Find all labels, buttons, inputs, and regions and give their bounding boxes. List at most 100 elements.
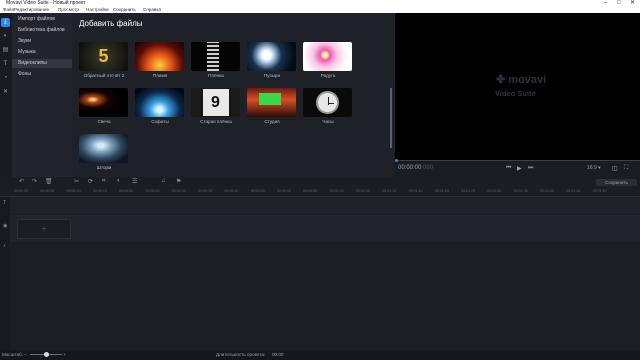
ruler-tick: 00:00:00 [14,189,28,193]
clip-item[interactable]: Софиты [135,88,185,124]
timecode: 00:00:00.000 [398,165,433,171]
ruler-tick: 00:01:50 [592,189,607,193]
ruler-tick: 00:00:30 [171,189,186,193]
duration-label: Длительность проекта: [216,352,266,357]
clip-label: Софиты [151,119,169,124]
visibility-icon[interactable]: ◉ [3,223,7,229]
title-bar: Movavi Video Suite - Новый проект – □ ✕ [0,0,640,7]
clip-thumbnail[interactable]: 5 [79,42,128,71]
clip-item[interactable]: Студия [247,88,297,124]
ruler-tick: 00:01:40 [540,189,554,193]
cut-icon[interactable]: ✂ [74,178,79,185]
category-item[interactable]: Музыка [12,48,72,57]
clip-thumbnail[interactable] [303,88,352,117]
add-media-button[interactable]: + [17,219,71,239]
ruler-tick: 00:01:45 [566,189,581,193]
clip-item[interactable]: Свеча [79,88,129,124]
audio-track-icon[interactable]: ♪ [3,243,6,249]
properties-icon[interactable]: ☰ [132,178,137,185]
ruler-tick: 00:01:20 [434,189,449,193]
zoom-in-icon[interactable]: + [63,350,66,360]
maximize-icon[interactable]: □ [617,0,621,7]
zoom-out-icon[interactable]: − [24,350,27,360]
rotate-icon[interactable]: ⟳ [88,178,93,185]
ruler-tick: 00:00:50 [277,189,291,193]
clip-thumbnail[interactable] [247,42,296,71]
clip-label: Свеча [97,119,111,124]
category-item[interactable]: Звуки [12,37,72,46]
audio-icon[interactable]: ♫ [161,178,166,184]
clip-thumbnail[interactable] [247,88,296,117]
ruler-tick: 00:01:10 [382,189,397,193]
category-item[interactable]: Видеоклипы [12,59,72,68]
clip-item[interactable]: Радуга [303,42,353,78]
ruler-tick: 00:01:35 [513,189,528,193]
timeline-toolbar: ↶ ↷ 🗑 ✂ ⟳ ⌗ ◑ ☰ ♫ ⚑ [0,177,640,186]
scale-label: Масштаб: [2,352,23,357]
clip-thumbnail[interactable] [79,134,128,163]
aspect-value: 16:9 [587,165,597,171]
clip-item[interactable]: 5 Обратный отсчёт 2 [79,42,129,78]
fullscreen-icon[interactable]: ⛶ [624,165,628,172]
aspect-select[interactable]: 16:9 ▾ [587,165,601,171]
category-list: Импорт файлов Библиотека файлов Звуки Музык… [12,13,72,177]
ruler-tick: 00:00:20 [119,189,134,193]
clip-item[interactable]: Шторм [79,134,129,170]
clip-label: Шторм [96,165,112,170]
clip-item[interactable]: 9 Старая плёнка [191,88,241,124]
snapshot-icon[interactable]: ◫ [612,165,618,172]
tools-icon[interactable]: ✕ [1,88,10,97]
prev-frame-icon[interactable]: ⏮ [506,165,511,172]
transitions-icon[interactable]: ▤ [1,46,10,55]
ruler-tick: 00:00:10 [66,189,81,193]
clip-thumbnail[interactable] [191,42,240,71]
clip-item[interactable]: Пламя [135,42,185,78]
close-icon[interactable]: ✕ [630,0,635,7]
category-item[interactable]: Библиотека файлов [12,26,72,35]
titles-icon[interactable]: T [1,60,10,69]
delete-icon[interactable]: 🗑 [45,178,53,185]
clip-thumbnail[interactable] [303,42,352,71]
movavi-logo: ✤ movavi [496,73,546,86]
redo-icon[interactable]: ↷ [32,178,37,185]
color-icon[interactable]: ◑ [116,178,120,184]
track-header-panel: T ◉ ♪ [0,197,10,350]
timeline-ruler[interactable]: 00:00:00 00:00:05 00:00:10 00:00:15 00:00:20… [0,186,640,197]
audio-track[interactable] [10,243,640,350]
category-item[interactable]: Импорт файлов [12,15,72,24]
title-track[interactable] [10,197,640,214]
next-frame-icon[interactable]: ⏭ [528,165,533,172]
ruler-tick: 00:01:30 [487,189,502,193]
marker-icon[interactable]: ⚑ [176,178,181,185]
window-title: Movavi Video Suite - Новый проект [6,0,86,6]
clip-thumbnail[interactable] [135,42,184,71]
play-icon[interactable]: ▶ [517,165,522,172]
clip-item[interactable]: Часы [303,88,353,124]
crop-icon[interactable]: ⌗ [102,178,105,185]
duration-value: 00:00 [272,352,284,357]
import-icon[interactable]: ⤓ [1,18,10,27]
undo-icon[interactable]: ↶ [19,178,24,185]
ruler-tick: 00:01:05 [355,189,370,193]
filters-icon[interactable]: ◐ [1,32,10,41]
zoom-slider-knob[interactable] [44,352,49,357]
ruler-tick: 00:00:25 [145,189,160,193]
clip-thumbnail[interactable] [135,88,184,117]
clip-item[interactable]: Плёнка [191,42,241,78]
video-track[interactable] [10,215,640,242]
clip-thumbnail[interactable]: 9 [191,88,240,117]
logo-product: Video Suite [495,89,536,98]
stickers-icon[interactable]: ◔ [1,74,10,83]
media-scrollbar[interactable] [390,88,392,148]
clip-label: Радуга [320,73,336,78]
timecode-value: 00:00:00 [398,165,422,171]
clip-thumbnail[interactable] [79,88,128,117]
clip-item[interactable]: Пузыри [247,42,297,78]
ruler-tick: 00:00:55 [303,189,318,193]
video-track-icon: T [3,200,7,206]
playhead-knob[interactable] [395,159,398,162]
category-item[interactable]: Фоны [12,70,72,79]
playhead-track[interactable] [395,160,640,161]
clip-label: Студия [264,119,280,124]
minimize-icon[interactable]: – [604,0,607,7]
